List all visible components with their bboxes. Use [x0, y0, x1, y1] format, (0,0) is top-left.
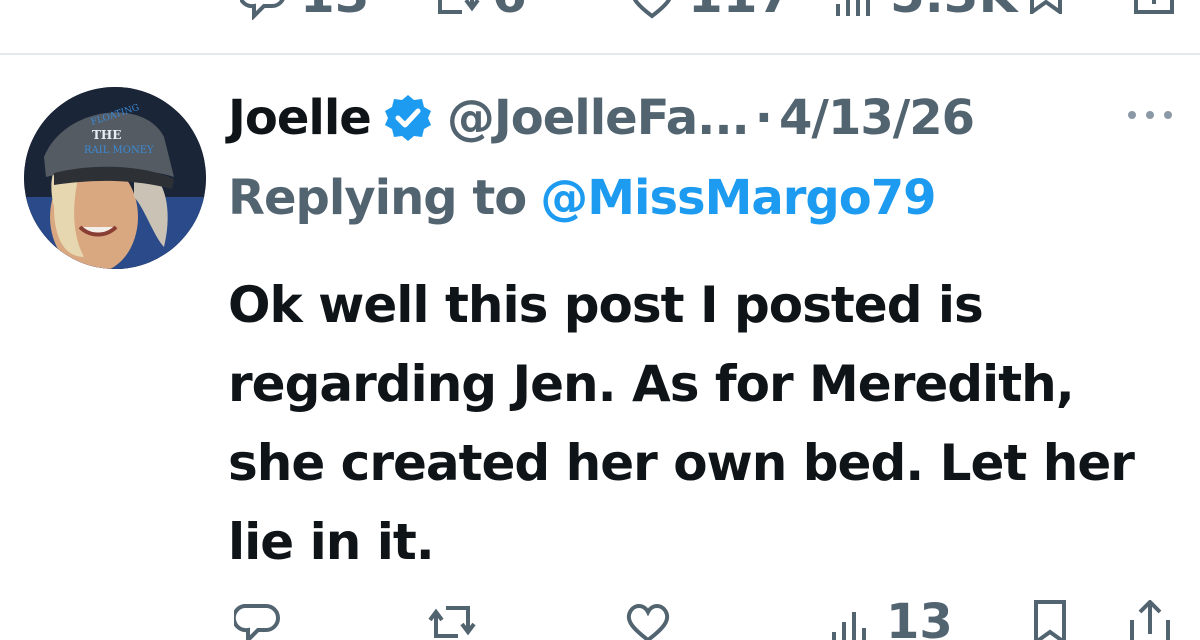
- tweet-date[interactable]: 4/13/26: [779, 90, 975, 146]
- heart-icon: [632, 0, 672, 19]
- views-icon: [836, 0, 870, 16]
- prev-share-button[interactable]: [1130, 0, 1178, 14]
- replying-to-handle[interactable]: @MissMargo79: [540, 170, 936, 226]
- tweet-text: Ok well this post I posted is regarding …: [228, 276, 1135, 571]
- bookmark-icon: [1034, 600, 1066, 640]
- views-button[interactable]: 13: [826, 594, 953, 640]
- share-button[interactable]: [1126, 600, 1174, 640]
- tweet-actions: 13: [0, 594, 1200, 640]
- prev-reply-button[interactable]: 13: [240, 0, 370, 20]
- reply-button[interactable]: [234, 600, 282, 640]
- reply-icon: [240, 0, 285, 20]
- views-icon: [832, 612, 866, 640]
- verified-badge-icon: [384, 95, 431, 141]
- prev-retweet-button[interactable]: 6: [432, 0, 527, 20]
- retweet-button[interactable]: [428, 600, 476, 640]
- retweet-icon: [428, 606, 476, 638]
- share-icon: [1130, 600, 1170, 640]
- prev-reply-count: 13: [300, 0, 370, 20]
- avatar[interactable]: FLOATING THE RAIL MONEY: [24, 87, 206, 269]
- tweet-header: Joelle @JoelleFa... · 4/13/26: [228, 86, 975, 150]
- bookmark-button[interactable]: [1026, 600, 1074, 640]
- bookmark-icon: [1030, 0, 1062, 14]
- author-name[interactable]: Joelle: [228, 90, 372, 146]
- avatar-image: FLOATING THE RAIL MONEY: [24, 87, 206, 269]
- prev-bookmark-button[interactable]: [1022, 0, 1070, 14]
- heart-icon: [626, 604, 670, 640]
- prev-views-button[interactable]: 5.3K: [830, 0, 1017, 20]
- avatar-hat-text-2: THE: [92, 128, 121, 142]
- header-separator: ·: [754, 90, 774, 146]
- view-count: 13: [886, 594, 953, 640]
- replying-to-label: Replying to: [228, 170, 527, 226]
- prev-retweet-count: 6: [492, 0, 527, 20]
- author-handle[interactable]: @JoelleFa...: [447, 90, 750, 146]
- reply-icon: [234, 604, 280, 640]
- share-icon: [1134, 0, 1174, 14]
- more-dot: [1128, 111, 1136, 119]
- replying-to-line: Replying to @MissMargo79: [228, 170, 937, 226]
- avatar-hat-text-3: RAIL MONEY: [84, 145, 154, 156]
- more-dot: [1146, 111, 1154, 119]
- previous-tweet-actions: 13 6 117 5.3K: [0, 0, 1200, 20]
- retweet-icon: [438, 0, 480, 14]
- like-button[interactable]: [624, 600, 672, 640]
- more-icon[interactable]: [1128, 100, 1172, 130]
- tweet-divider: [0, 53, 1200, 55]
- prev-like-count: 117: [688, 0, 792, 20]
- prev-like-button[interactable]: 117: [628, 0, 792, 20]
- more-dot: [1164, 111, 1172, 119]
- prev-view-count: 5.3K: [890, 0, 1017, 20]
